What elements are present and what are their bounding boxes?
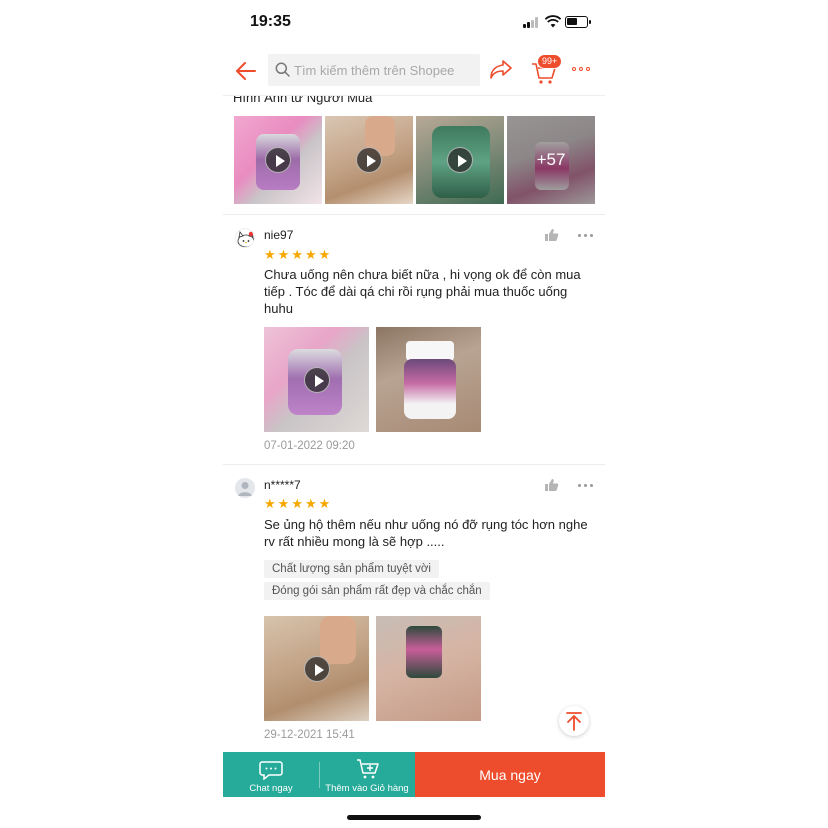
buyer-video-thumbnail[interactable] (234, 116, 322, 204)
review-text: Chưa uống nên chưa biết nữa , hi vọng ok… (264, 267, 581, 316)
add-to-cart-icon (357, 759, 379, 779)
thumbs-up-icon[interactable] (544, 228, 559, 242)
star-icon: ★ (264, 496, 276, 511)
top-header: Tìm kiếm thêm trên Shopee 99+ (223, 46, 605, 96)
wifi-icon (545, 15, 561, 28)
star-icon: ★ (264, 247, 276, 262)
avatar (235, 228, 255, 248)
phone-screen: 19:35 Tìm kiếm thêm trên Shopee 99+ Hình… (223, 0, 605, 828)
play-icon (303, 366, 330, 393)
review-photo-thumbnail[interactable] (376, 327, 481, 432)
cart-count-badge: 99+ (537, 54, 563, 69)
divider (223, 214, 605, 215)
more-options-icon[interactable] (572, 67, 590, 71)
chat-now-label: Chat ngay (249, 783, 293, 794)
play-icon (265, 147, 291, 173)
status-time: 19:35 (250, 13, 291, 30)
review-username: n*****7 (264, 478, 301, 492)
play-icon (356, 147, 382, 173)
avatar (235, 478, 255, 498)
review-date: 29-12-2021 15:41 (264, 729, 355, 741)
review-date: 07-01-2022 09:20 (264, 440, 355, 452)
play-icon (303, 655, 330, 682)
search-input[interactable]: Tìm kiếm thêm trên Shopee (268, 54, 480, 86)
search-icon (275, 62, 290, 77)
home-indicator[interactable] (347, 815, 481, 820)
bottom-action-bar: Chat ngay Thêm vào Giỏ hàng Mua ngay (223, 752, 605, 797)
play-icon (447, 147, 473, 173)
buyer-photo-more[interactable]: +57 (507, 116, 595, 204)
review-more-icon[interactable] (578, 234, 593, 237)
review-tag: Chất lượng sản phẩm tuyệt vời (264, 560, 439, 578)
divider (319, 762, 320, 788)
star-icon: ★ (291, 496, 303, 511)
review-media-row (264, 616, 481, 721)
star-icon: ★ (318, 496, 331, 511)
cellular-signal-icon (523, 17, 539, 28)
review-username: nie97 (264, 228, 294, 242)
rating-stars: ★ ★ ★ ★ ★ (264, 497, 330, 510)
more-photos-count: +57 (507, 116, 595, 204)
status-bar: 19:35 (223, 0, 605, 46)
scroll-to-top-icon[interactable] (559, 706, 589, 736)
search-placeholder: Tìm kiếm thêm trên Shopee (294, 63, 455, 78)
review-more-icon[interactable] (578, 484, 593, 487)
buyer-media-strip: +57 (234, 116, 595, 204)
chat-icon (259, 761, 283, 780)
add-to-cart-label: Thêm vào Giỏ hàng (325, 783, 409, 794)
star-icon: ★ (304, 496, 317, 511)
review-photo-thumbnail[interactable] (376, 616, 481, 721)
buy-now-button[interactable]: Mua ngay (415, 752, 605, 797)
star-icon: ★ (277, 247, 290, 262)
review-video-thumbnail[interactable] (264, 616, 369, 721)
rating-stars: ★ ★ ★ ★ ★ (264, 248, 330, 261)
battery-icon (565, 16, 591, 28)
review-video-thumbnail[interactable] (264, 327, 369, 432)
add-to-cart-button[interactable]: Thêm vào Giỏ hàng (319, 752, 415, 797)
chat-now-button[interactable]: Chat ngay (223, 752, 319, 797)
star-icon: ★ (291, 247, 303, 262)
star-icon: ★ (304, 247, 317, 262)
buyer-video-thumbnail[interactable] (325, 116, 413, 204)
back-arrow-icon[interactable] (233, 58, 259, 84)
buyer-video-thumbnail[interactable] (416, 116, 504, 204)
divider (223, 464, 605, 465)
thumbs-up-icon[interactable] (544, 478, 559, 492)
hello-kitty-avatar-icon (237, 231, 254, 247)
star-icon: ★ (318, 247, 331, 262)
review-text: Se ủng hộ thêm nếu như uống nó đỡ rụng t… (264, 517, 588, 549)
review-media-row (264, 327, 481, 432)
star-icon: ★ (277, 496, 290, 511)
review-tag: Đóng gói sản phẩm rất đẹp và chắc chắn (264, 582, 490, 600)
default-user-icon (238, 482, 252, 496)
share-icon[interactable] (489, 58, 513, 80)
